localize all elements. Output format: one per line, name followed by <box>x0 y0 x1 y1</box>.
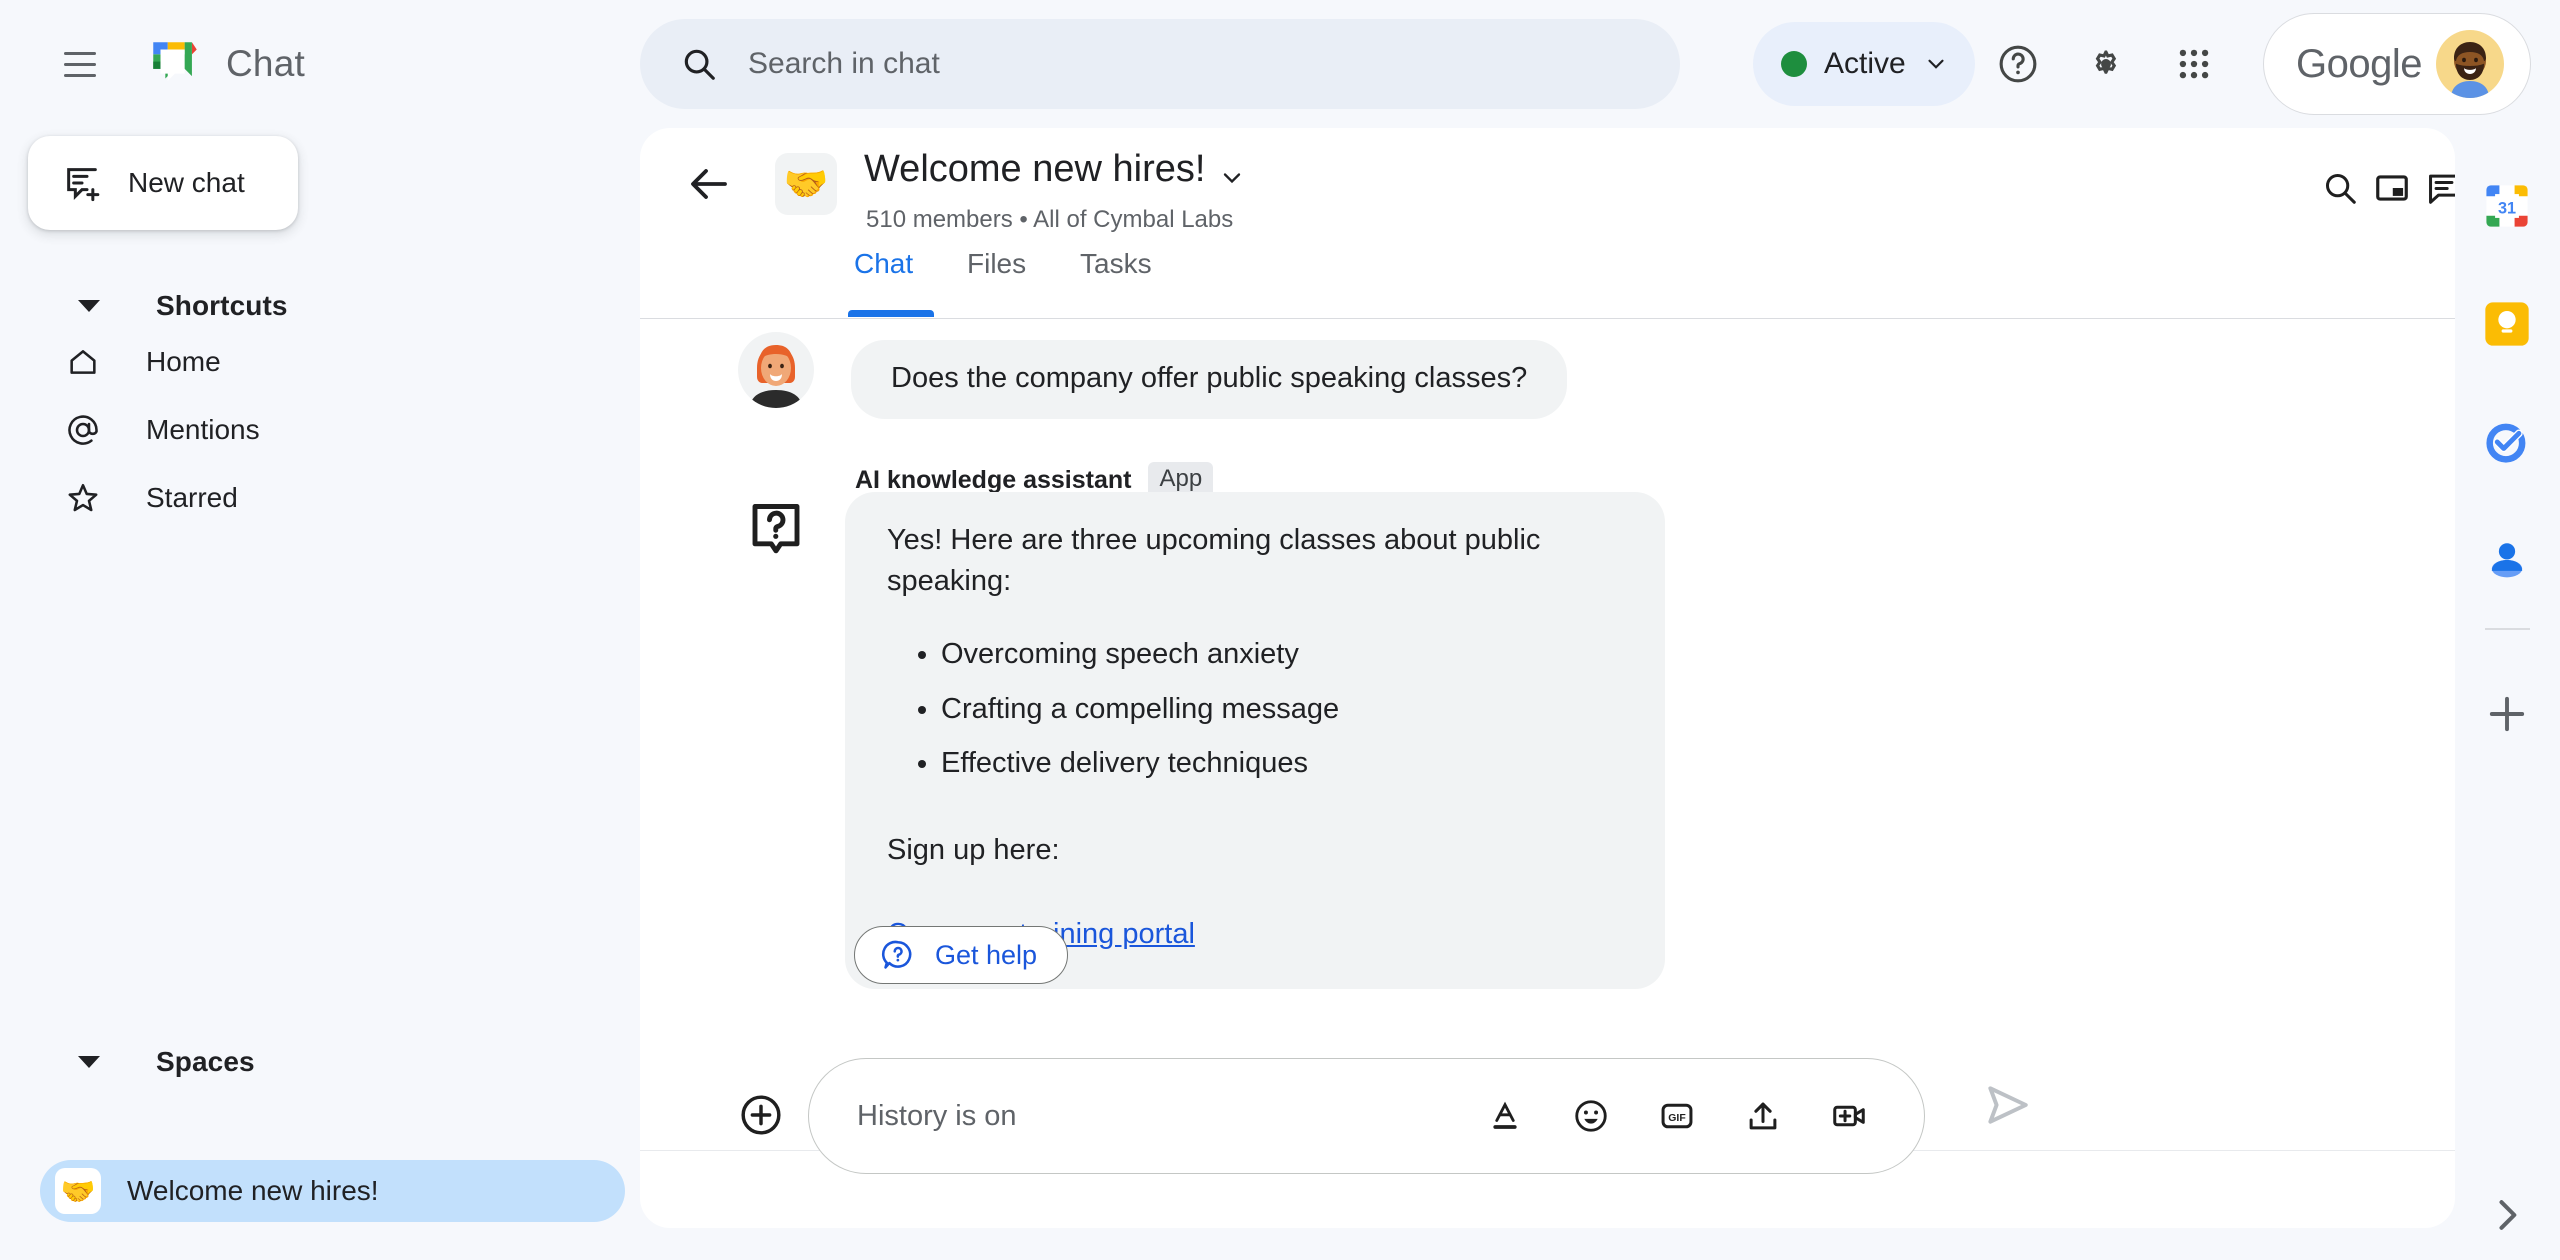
help-circle-icon[interactable] <box>1976 22 2060 106</box>
tab-files[interactable]: Files <box>967 248 1026 320</box>
sidebar-section-shortcuts[interactable]: Shortcuts <box>0 290 288 322</box>
space-label: Welcome new hires! <box>127 1175 379 1206</box>
new-chat-button[interactable]: New chat <box>28 136 298 230</box>
chevron-down-icon[interactable] <box>1218 164 1246 192</box>
apps-grid-icon[interactable] <box>2152 22 2236 106</box>
google-wordmark: Google <box>2296 41 2422 86</box>
question-bubble-icon <box>748 500 804 562</box>
app-title: Chat <box>226 43 305 84</box>
message-input[interactable]: History is on GIF <box>808 1058 1925 1174</box>
app-sender-name: AI knowledge assistant <box>855 465 1132 494</box>
search-icon <box>680 45 718 83</box>
new-chat-icon <box>62 163 102 203</box>
add-video-icon[interactable] <box>1822 1089 1876 1143</box>
conversations-button[interactable] <box>2412 156 2455 220</box>
sidebar-item-mentions[interactable]: Mentions <box>0 402 600 458</box>
sidebar-section-spaces[interactable]: Spaces <box>0 1046 255 1078</box>
sidebar-item-starred[interactable]: Starred <box>0 470 600 526</box>
google-contacts-icon[interactable] <box>2481 534 2533 586</box>
app-brand: Chat <box>146 35 305 93</box>
status-label: Active <box>1824 47 1906 80</box>
home-icon <box>62 341 104 383</box>
search-input[interactable]: Search in chat <box>640 19 1680 109</box>
sidebar-item-label: Mentions <box>146 414 260 445</box>
message-input-placeholder: History is on <box>857 1099 1017 1132</box>
back-arrow-icon[interactable] <box>685 160 733 208</box>
sidebar-item-welcome-new-hires[interactable]: 🤝 Welcome new hires! <box>40 1160 625 1222</box>
list-item: Overcoming speech anxiety <box>941 634 1623 675</box>
svg-text:31: 31 <box>2498 200 2516 218</box>
message-bubble-assistant: Yes! Here are three upcoming classes abo… <box>845 492 1665 990</box>
plus-icon[interactable] <box>2481 688 2533 740</box>
composer-toolbar: GIF <box>1478 1089 1876 1143</box>
sidebar-item-home[interactable]: Home <box>0 334 600 390</box>
spaces-title: Spaces <box>156 1046 255 1077</box>
at-mention-icon <box>62 409 104 451</box>
message-bubble-user: Does the company offer public speaking c… <box>851 340 1568 419</box>
google-chat-logo <box>146 35 204 93</box>
svg-text:GIF: GIF <box>1668 1113 1685 1124</box>
get-help-label: Get help <box>935 939 1038 970</box>
gear-icon[interactable] <box>2064 22 2148 106</box>
sidebar-item-label: Home <box>146 346 221 377</box>
tabs-divider <box>640 318 2455 319</box>
message-avatar <box>738 332 814 408</box>
chevron-down-icon <box>1923 51 1949 77</box>
rail-divider <box>2485 628 2530 630</box>
google-tasks-icon[interactable] <box>2481 416 2533 468</box>
left-sidebar: New chat Shortcuts Home Mentions Starred <box>0 128 640 1260</box>
room-emoji-icon: 🤝 <box>775 153 837 215</box>
format-text-icon[interactable] <box>1478 1089 1532 1143</box>
plus-circle-icon[interactable] <box>738 1092 784 1138</box>
avatar <box>2435 30 2504 98</box>
account-button[interactable]: Google <box>2263 13 2531 115</box>
status-button[interactable]: Active <box>1753 22 1975 106</box>
star-icon <box>62 477 104 519</box>
google-keep-icon[interactable] <box>2481 298 2533 350</box>
get-help-button[interactable]: Get help <box>854 926 1069 984</box>
page-title[interactable]: Welcome new hires! <box>864 148 1205 191</box>
status-dot-icon <box>1781 51 1807 77</box>
shortcuts-title: Shortcuts <box>156 290 288 321</box>
send-icon[interactable] <box>1982 1080 2032 1130</box>
caret-down-icon <box>78 1056 100 1068</box>
room-subtitle: 510 members • All of Cymbal Labs <box>866 206 1234 233</box>
hamburger-menu-icon[interactable] <box>52 36 108 92</box>
conversation-header: 🤝 Welcome new hires! 510 members • All o… <box>640 128 2455 240</box>
google-calendar-icon[interactable]: 31 <box>2481 180 2533 232</box>
list-item: Effective delivery techniques <box>941 743 1623 784</box>
sidebar-item-label: Starred <box>146 482 238 513</box>
list-item: Crafting a compelling message <box>941 689 1623 730</box>
emoji-icon[interactable] <box>1564 1089 1618 1143</box>
handshake-emoji-icon: 🤝 <box>55 1168 101 1214</box>
search-placeholder: Search in chat <box>748 47 940 80</box>
gif-icon[interactable]: GIF <box>1650 1089 1704 1143</box>
top-app-bar: Chat Search in chat Active Google <box>0 0 2560 128</box>
caret-down-icon <box>78 300 100 312</box>
assistant-intro: Yes! Here are three upcoming classes abo… <box>887 524 1541 598</box>
upload-icon[interactable] <box>1736 1089 1790 1143</box>
chevron-right-icon[interactable] <box>2485 1193 2529 1237</box>
help-bubble-icon <box>881 938 915 972</box>
assistant-signup-text: Sign up here: <box>887 833 1060 866</box>
tab-active-indicator <box>848 310 934 317</box>
conversation-tabs: Chat Files Tasks <box>640 248 2455 320</box>
tab-tasks[interactable]: Tasks <box>1080 248 1152 320</box>
side-apps-rail: 31 <box>2455 128 2560 1260</box>
new-chat-label: New chat <box>128 167 245 198</box>
assistant-bullet-list: Overcoming speech anxiety Crafting a com… <box>887 634 1623 784</box>
